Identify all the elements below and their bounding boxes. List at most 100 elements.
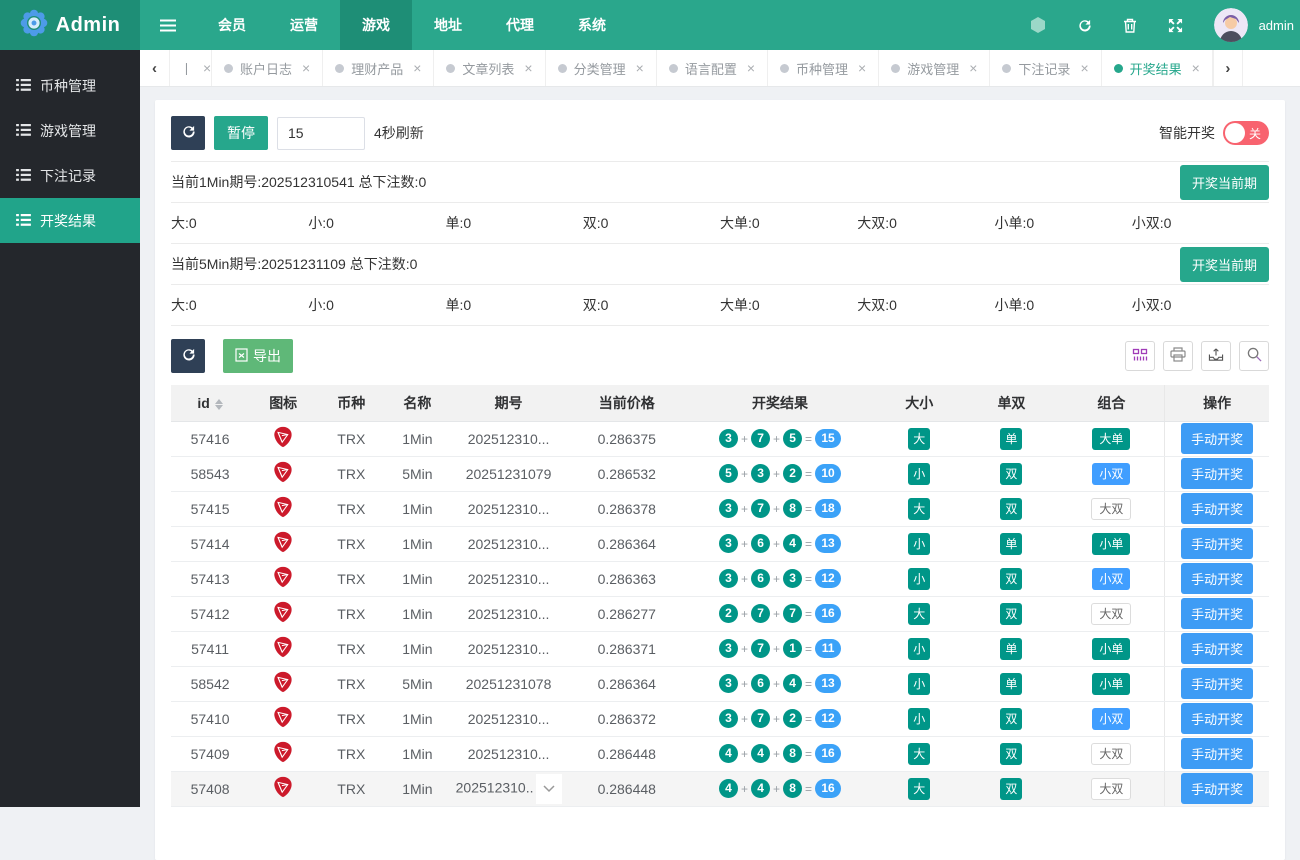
tab-close-icon[interactable]: × — [1080, 60, 1088, 76]
game-name: 5Min — [402, 676, 432, 692]
columns-button[interactable] — [1125, 341, 1155, 371]
pause-button[interactable]: 暂停 — [214, 116, 268, 150]
col-header-label: 单双 — [997, 395, 1025, 411]
tab-close-icon[interactable]: × — [969, 60, 977, 76]
tab-partial[interactable]: 丨× — [170, 50, 212, 86]
size-badge: 小 — [908, 568, 930, 590]
manual-draw-button[interactable]: 手动开奖 — [1181, 668, 1253, 699]
manual-draw-button[interactable]: 手动开奖 — [1181, 633, 1253, 664]
tab-开奖结果[interactable]: 开奖结果× — [1102, 50, 1213, 86]
export-button[interactable]: 导出 — [223, 339, 293, 373]
cell-coin: TRX — [317, 561, 385, 596]
tab-close-icon[interactable]: × — [747, 60, 755, 76]
tab-close-icon[interactable]: × — [636, 60, 644, 76]
nav-item-游戏[interactable]: 游戏 — [340, 0, 412, 50]
refresh-button[interactable] — [171, 116, 205, 150]
size-badge: 小 — [908, 673, 930, 695]
tron-icon — [272, 715, 294, 731]
tab-游戏管理[interactable]: 游戏管理× — [879, 50, 990, 86]
nav-item-会员[interactable]: 会员 — [196, 0, 268, 50]
nav-item-地址[interactable]: 地址 — [412, 0, 484, 50]
tab-close-icon[interactable]: × — [1192, 60, 1200, 76]
table-row: 57415TRX1Min202512310...0.2863783+7+8=18… — [171, 491, 1269, 526]
nav-item-运营[interactable]: 运营 — [268, 0, 340, 50]
draw-result: 5+3+2=10 — [719, 464, 841, 483]
tab-语言配置[interactable]: 语言配置× — [657, 50, 768, 86]
manual-draw-button[interactable]: 手动开奖 — [1181, 423, 1253, 454]
tab-close-icon[interactable]: × — [413, 60, 421, 76]
draw-current-period-button[interactable]: 开奖当前期 — [1180, 165, 1269, 200]
cell-icon — [249, 631, 317, 666]
manual-draw-button[interactable]: 手动开奖 — [1181, 493, 1253, 524]
coin-name: TRX — [337, 606, 365, 622]
tab-分类管理[interactable]: 分类管理× — [546, 50, 657, 86]
cell-id: 57415 — [171, 491, 249, 526]
game-name: 5Min — [402, 466, 432, 482]
cell-coin: TRX — [317, 456, 385, 491]
expand-chevron-icon[interactable] — [536, 774, 562, 804]
cell-price: 0.286448 — [568, 736, 686, 771]
tab-close-icon[interactable]: × — [302, 60, 310, 76]
search-icon — [1247, 347, 1262, 365]
main-menu: 会员运营游戏地址代理系统 — [140, 0, 628, 50]
trash-icon[interactable] — [1123, 18, 1137, 33]
tabs-scroll-right-icon[interactable]: › — [1213, 50, 1243, 86]
manual-draw-button[interactable]: 手动开奖 — [1181, 738, 1253, 769]
sidebar-item-游戏管理[interactable]: 游戏管理 — [0, 108, 140, 153]
sidebar-item-币种管理[interactable]: 币种管理 — [0, 63, 140, 108]
fullscreen-icon[interactable] — [1168, 18, 1183, 33]
result-number: 2 — [719, 604, 738, 623]
cell-size: 大 — [874, 596, 964, 631]
draw-current-period-button[interactable]: 开奖当前期 — [1180, 247, 1269, 282]
cell-parity: 双 — [964, 456, 1058, 491]
tabs-scroll-left-icon[interactable]: ‹ — [140, 50, 170, 86]
tab-账户日志[interactable]: 账户日志 × — [212, 50, 323, 86]
tab-理财产品[interactable]: 理财产品× — [323, 50, 434, 86]
result-sum: 12 — [815, 569, 841, 588]
smart-draw-toggle[interactable]: 关 — [1223, 121, 1269, 145]
size-badge: 小 — [908, 463, 930, 485]
combo-badge: 大双 — [1091, 743, 1131, 765]
manual-draw-button[interactable]: 手动开奖 — [1181, 773, 1253, 804]
menu-toggle-icon[interactable] — [140, 0, 196, 50]
tab-下注记录[interactable]: 下注记录× — [990, 50, 1101, 86]
printer-button[interactable] — [1163, 341, 1193, 371]
nav-item-系统[interactable]: 系统 — [556, 0, 628, 50]
size-badge: 大 — [908, 498, 930, 520]
refresh-icon[interactable] — [1077, 18, 1092, 33]
tab-close-icon[interactable]: × — [203, 60, 211, 76]
tab-close-icon[interactable]: × — [858, 60, 866, 76]
tab-label: 账户日志 — [240, 59, 292, 78]
brand-logo[interactable]: Admin — [0, 0, 140, 50]
interval-input[interactable] — [277, 117, 365, 150]
nav-item-代理[interactable]: 代理 — [484, 0, 556, 50]
username[interactable]: admin — [1259, 18, 1294, 33]
tron-icon — [272, 680, 294, 696]
search-button[interactable] — [1239, 341, 1269, 371]
tab-币种管理[interactable]: 币种管理× — [768, 50, 879, 86]
table-refresh-button[interactable] — [171, 339, 205, 373]
result-number: 3 — [719, 709, 738, 728]
sort-icon[interactable] — [215, 399, 223, 410]
cell-coin: TRX — [317, 491, 385, 526]
cell-period: 202512310... — [449, 526, 567, 561]
manual-draw-button[interactable]: 手动开奖 — [1181, 598, 1253, 629]
manual-draw-button[interactable]: 手动开奖 — [1181, 528, 1253, 559]
export-tray-button[interactable] — [1201, 341, 1231, 371]
combo-badge: 小单 — [1092, 673, 1130, 695]
sidebar-item-下注记录[interactable]: 下注记录 — [0, 153, 140, 198]
manual-draw-button[interactable]: 手动开奖 — [1181, 458, 1253, 489]
row-id: 57416 — [191, 431, 230, 447]
tab-close-icon[interactable]: × — [524, 60, 532, 76]
col-header-组合: 组合 — [1059, 385, 1165, 421]
cell-result: 3+7+8=18 — [686, 491, 874, 526]
tab-文章列表[interactable]: 文章列表× — [434, 50, 545, 86]
draw-result: 3+6+4=13 — [719, 674, 841, 693]
sidebar: 币种管理游戏管理下注记录开奖结果 — [0, 50, 140, 807]
manual-draw-button[interactable]: 手动开奖 — [1181, 563, 1253, 594]
stat-value: 大单:0 — [720, 295, 857, 315]
manual-draw-button[interactable]: 手动开奖 — [1181, 703, 1253, 734]
avatar[interactable] — [1214, 8, 1248, 42]
sidebar-item-开奖结果[interactable]: 开奖结果 — [0, 198, 140, 243]
component-icon[interactable] — [1030, 17, 1046, 33]
